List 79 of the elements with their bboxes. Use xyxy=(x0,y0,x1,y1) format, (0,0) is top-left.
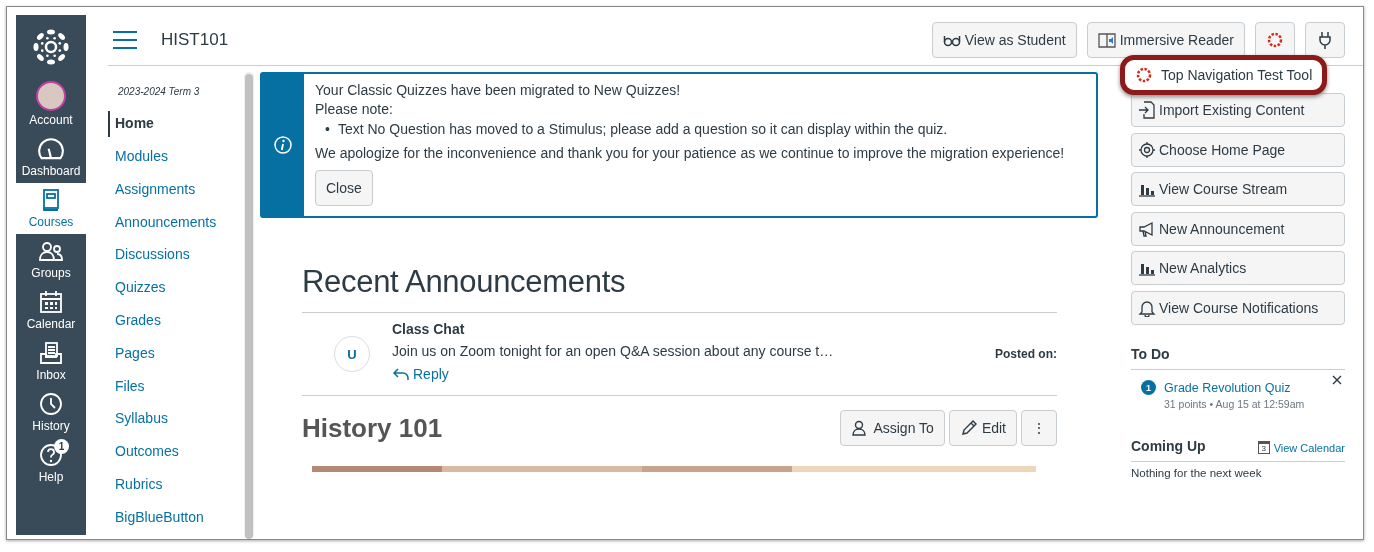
sidebar-button[interactable]: Choose Home Page xyxy=(1131,132,1345,167)
course-nav-link[interactable]: Announcements xyxy=(108,209,240,243)
inbox-tray-icon xyxy=(38,340,64,366)
global-nav-item[interactable]: Calendar xyxy=(16,285,86,336)
course-nav-link[interactable]: Modules xyxy=(108,144,240,177)
scrollbar[interactable] xyxy=(244,72,254,539)
course-code: HIST101 xyxy=(161,30,229,50)
count-badge: 1 xyxy=(54,439,69,454)
reader-book-icon xyxy=(1097,31,1116,49)
dashboard-gauge-icon xyxy=(38,138,64,160)
info-icon xyxy=(274,136,292,154)
pencil-icon xyxy=(959,419,978,437)
section-heading: Coming Up xyxy=(1131,438,1206,454)
course-nav-link[interactable]: Rubrics xyxy=(108,471,240,505)
close-button[interactable]: Close xyxy=(315,170,373,206)
close-icon[interactable] xyxy=(1331,374,1343,386)
global-nav-item[interactable]: Dashboard xyxy=(16,132,86,183)
section-heading: To Do xyxy=(1131,346,1345,370)
import-icon xyxy=(1138,101,1156,119)
target-icon xyxy=(1138,140,1156,159)
plug-icon xyxy=(1316,31,1334,49)
sidebar-button[interactable]: View Course Stream xyxy=(1131,172,1345,206)
global-nav-item[interactable]: Courses xyxy=(16,183,86,234)
bullet-text: Text No Question has moved to a Stimulus; please add a question so it can display within the quiz. xyxy=(337,120,948,138)
course-nav-link[interactable]: Files xyxy=(108,373,240,407)
course-nav-link[interactable]: Outcomes xyxy=(108,439,240,472)
icon-button[interactable] xyxy=(1255,22,1295,58)
menu-icon[interactable] xyxy=(113,31,137,49)
alert-text: Please note: xyxy=(315,101,394,117)
tool-logo-icon xyxy=(1266,31,1284,49)
posted-label: Posted on: xyxy=(995,347,1057,361)
global-nav-item[interactable]: History xyxy=(16,387,86,438)
term-label: 2023-2024 Term 3 xyxy=(118,86,201,97)
global-nav-item[interactable]: Groups xyxy=(16,234,86,285)
announcement-title: Class Chat xyxy=(392,321,466,337)
sidebar-button[interactable]: View Course Notifications xyxy=(1131,290,1345,325)
course-nav-link[interactable]: Grades xyxy=(108,308,240,341)
announcement-text: Join us on Zoom tonight for an open Q&A session about any course t… xyxy=(392,343,835,359)
logo-icon xyxy=(31,27,71,67)
course-title: History 101 xyxy=(302,412,443,444)
calendar-icon xyxy=(38,289,64,315)
course-nav-link[interactable]: Quizzes xyxy=(108,275,240,308)
toolbar-button[interactable]: Assign To xyxy=(840,410,945,446)
global-nav-item[interactable]: Inbox xyxy=(16,336,86,387)
global-nav-item[interactable]: Help 1 xyxy=(16,438,86,489)
count-badge: 1 xyxy=(1141,380,1156,395)
header-button[interactable]: Immersive Reader xyxy=(1086,22,1245,58)
help-icon xyxy=(38,442,64,468)
sidebar-button[interactable]: New Analytics xyxy=(1131,251,1345,285)
sidebar-button[interactable]: Import Existing Content xyxy=(1131,93,1345,127)
alert-text: Your Classic Quizzes have been migrated to New Quizzes! xyxy=(315,82,682,98)
header-button[interactable]: View as Student xyxy=(931,22,1077,58)
global-nav-item[interactable]: Account xyxy=(16,77,86,132)
view-calendar-link[interactable]: View Calendar xyxy=(1273,441,1345,454)
calendar-icon: 3 xyxy=(1257,441,1270,454)
course-nav-link[interactable]: Syllabus xyxy=(108,406,240,440)
toolbar-button[interactable]: Edit xyxy=(948,410,1017,446)
course-nav-link[interactable]: Home xyxy=(108,111,240,137)
alert-text: We apologize for the inconvenience and thank you for your patience as we continue to improve the migration experience! xyxy=(315,145,1065,161)
icon-button[interactable] xyxy=(1305,22,1345,58)
page-heading: Recent Announcements xyxy=(302,264,627,300)
avatar-icon xyxy=(36,81,66,111)
empty-message: Nothing for the next week xyxy=(1131,467,1263,479)
tool-logo-icon xyxy=(1135,66,1153,84)
menu-item[interactable]: Top Navigation Test Tool xyxy=(1135,66,1313,84)
todo-link[interactable]: Grade Revolution Quiz xyxy=(1164,381,1291,395)
bell-icon xyxy=(1138,298,1156,317)
clock-icon xyxy=(38,391,64,417)
course-nav-link[interactable]: Discussions xyxy=(108,242,240,276)
reply-link[interactable]: Reply xyxy=(392,365,449,383)
reply-arrow-icon xyxy=(392,365,410,383)
course-nav-link[interactable]: Assignments xyxy=(108,176,240,210)
course-nav-link[interactable]: BigBlueButton xyxy=(108,504,240,538)
more-button[interactable]: ⋮ xyxy=(1021,410,1057,446)
bullet-marker: • xyxy=(325,120,330,138)
sidebar-button[interactable]: New Announcement xyxy=(1131,211,1345,246)
course-nav-link[interactable]: Pages xyxy=(108,340,240,374)
todo-details: 31 points • Aug 15 at 12:59am xyxy=(1164,398,1305,410)
megaphone-icon xyxy=(1138,219,1156,238)
